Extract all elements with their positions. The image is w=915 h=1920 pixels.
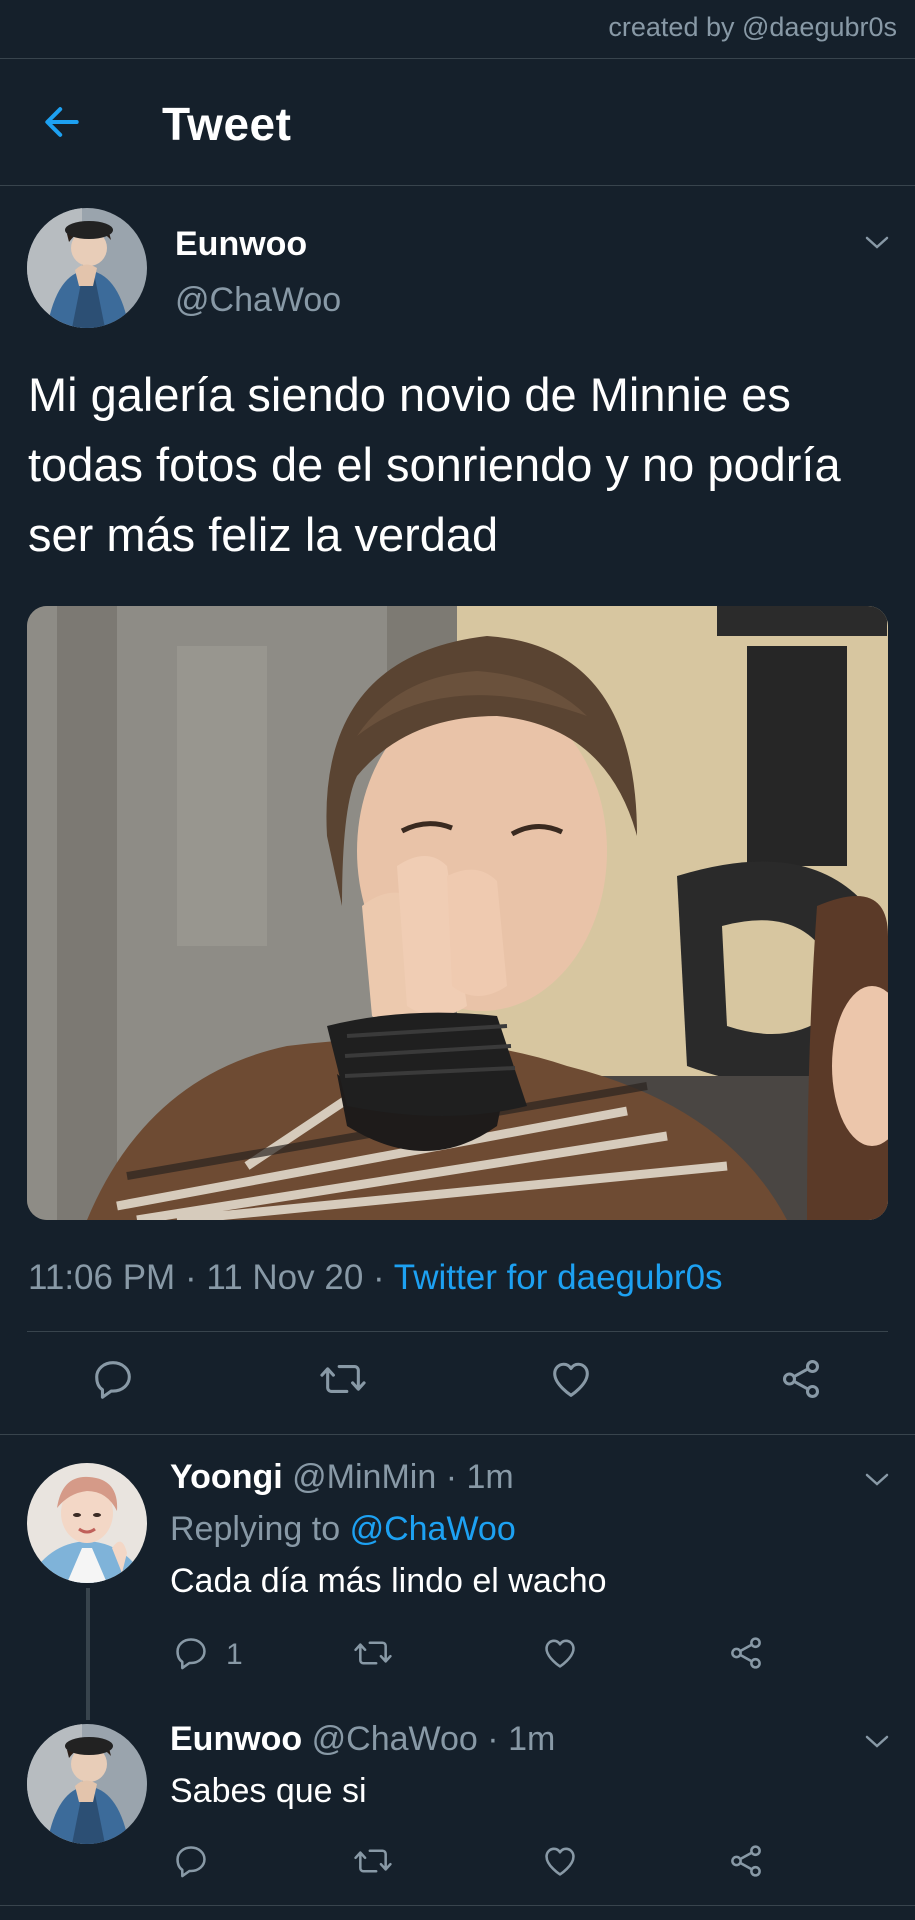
watermark-credit: created by @daegubr0s [608, 12, 897, 42]
chevron-down-icon[interactable] [862, 1470, 892, 1490]
author-name[interactable]: Eunwoo [175, 225, 307, 264]
bottom-divider [0, 1905, 915, 1906]
meta-separator: · [184, 1258, 197, 1297]
arrow-left-icon[interactable] [40, 100, 84, 144]
reply-time: 1m [466, 1458, 514, 1496]
reply-author-name[interactable]: Yoongi [170, 1458, 283, 1496]
actions-divider [0, 1434, 915, 1435]
reply-separator: · [445, 1458, 458, 1496]
chevron-down-icon[interactable] [862, 1732, 892, 1752]
heart-icon[interactable] [548, 1356, 594, 1402]
author-handle[interactable]: @ChaWoo [175, 281, 341, 320]
tweet-photo[interactable] [27, 606, 888, 1220]
reply-header: Eunwoo @ChaWoo · 1m [170, 1720, 895, 1759]
heart-icon[interactable] [541, 1634, 579, 1672]
retweet-icon[interactable] [318, 1356, 368, 1402]
meta-separator: · [373, 1258, 385, 1297]
speech-bubble-icon[interactable] [172, 1634, 210, 1672]
reply-author-name[interactable]: Eunwoo [170, 1720, 302, 1758]
heart-icon[interactable] [541, 1842, 579, 1880]
meta-divider [27, 1331, 888, 1332]
thread-connector [86, 1588, 90, 1720]
avatar[interactable] [27, 1724, 147, 1844]
speech-bubble-icon[interactable] [172, 1842, 210, 1880]
share-icon[interactable] [727, 1842, 765, 1880]
replying-to-line: Replying to @ChaWoo [170, 1510, 895, 1549]
reply-count: 1 [226, 1638, 243, 1671]
reply-separator: · [487, 1720, 499, 1758]
reply-text: Sabes que si [170, 1772, 367, 1810]
reply-author-handle[interactable]: @ChaWoo [312, 1720, 478, 1758]
reply-text: Cada día más lindo el wacho [170, 1562, 607, 1600]
avatar[interactable] [27, 208, 147, 328]
chevron-down-icon[interactable] [862, 233, 892, 253]
tweet-actions [0, 1356, 915, 1406]
tweet-meta: 11:06 PM · 11 Nov 20 · Twitter for daegu… [28, 1258, 723, 1298]
reply-time: 1m [508, 1720, 556, 1758]
header-divider [0, 185, 915, 186]
retweet-icon[interactable] [352, 1634, 394, 1672]
share-icon[interactable] [778, 1356, 824, 1402]
replying-to-label: Replying to [170, 1510, 341, 1548]
tweet-source-link[interactable]: Twitter for daegubr0s [394, 1258, 723, 1297]
reply-header: Yoongi @MinMin · 1m [170, 1458, 895, 1497]
share-icon[interactable] [727, 1634, 765, 1672]
header-bar: Tweet [0, 58, 915, 186]
speech-bubble-icon[interactable] [90, 1356, 136, 1402]
avatar[interactable] [27, 1463, 147, 1583]
reply-author-handle[interactable]: @MinMin [292, 1458, 436, 1496]
tweet-time: 11:06 PM [28, 1258, 176, 1297]
replying-to-handle[interactable]: @ChaWoo [350, 1510, 516, 1548]
retweet-icon[interactable] [352, 1842, 394, 1880]
tweet-date: 11 Nov 20 [206, 1258, 364, 1297]
tweet-text: Mi galería siendo novio de Minnie es tod… [28, 368, 841, 561]
page-title: Tweet [162, 98, 292, 150]
